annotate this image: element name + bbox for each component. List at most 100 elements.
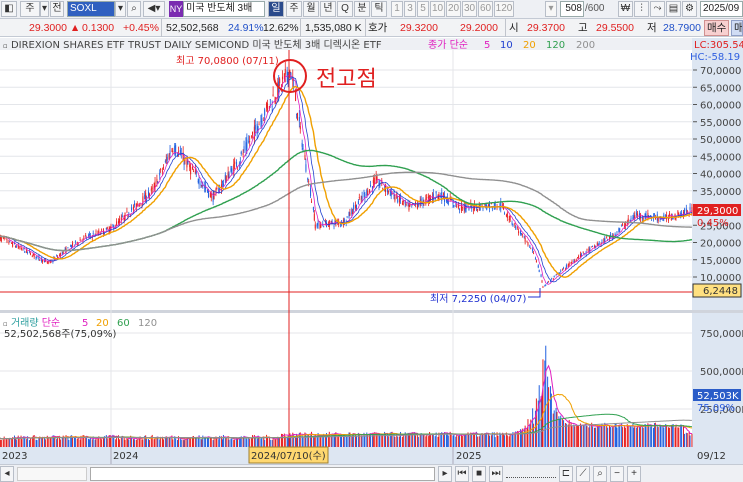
period-quarter[interactable]: Q (337, 1, 353, 17)
zoom-slider[interactable] (506, 470, 556, 478)
date-input[interactable]: 2025/09 (700, 1, 743, 17)
volume-bar (671, 424, 673, 447)
layout-icon[interactable]: ◧ (1, 1, 17, 17)
candle-body (27, 251, 29, 253)
volume-bar (91, 439, 93, 447)
volume-bar (77, 437, 79, 447)
volume-bar (607, 427, 609, 447)
tool-icon[interactable]: ⊏ (559, 465, 573, 482)
volume-bar (142, 439, 144, 447)
y-tick-label: 15,0000 (700, 256, 741, 267)
save-icon[interactable]: ▤ (666, 1, 681, 17)
interval-10[interactable]: 10 (430, 1, 445, 17)
volume-bar (345, 435, 347, 447)
interval-dropdown-icon[interactable]: ▾ (545, 1, 557, 17)
candle-body (299, 126, 301, 130)
period-day[interactable]: 일 (268, 1, 284, 17)
volume-bar (242, 437, 244, 447)
volume-bar (197, 437, 199, 447)
volume-bar (184, 438, 186, 447)
interval-30[interactable]: 30 (462, 1, 477, 17)
search-icon[interactable]: ⌕ (127, 1, 141, 17)
candle-body (166, 157, 168, 161)
chevron-down-icon[interactable]: ▾ (40, 1, 49, 17)
candle-body (417, 204, 419, 206)
volume-bar (479, 433, 481, 447)
period-tick[interactable]: 틱 (371, 1, 387, 17)
volume-bar (100, 438, 102, 447)
scroll-right-button[interactable]: ▸ (438, 465, 452, 482)
magnify-icon[interactable]: ⌕ (593, 465, 607, 482)
open-label: 시 (509, 22, 519, 34)
interval-3[interactable]: 3 (404, 1, 416, 17)
candle-body (533, 252, 535, 254)
volume-bar (319, 436, 321, 447)
period-minute[interactable]: 분 (354, 1, 370, 17)
volume-bar (325, 436, 327, 447)
volume-bar (166, 437, 168, 447)
candle-body (192, 171, 194, 173)
line-add-icon[interactable]: ⤳ (650, 1, 665, 17)
scroll-track[interactable] (17, 466, 87, 481)
interval-5[interactable]: 5 (417, 1, 429, 17)
rewind-icon[interactable]: ⏮ (455, 465, 469, 482)
candle-body (46, 261, 48, 263)
volume-bar (609, 427, 611, 447)
symbol-dropdown-icon[interactable]: ▾ (115, 1, 126, 17)
all-button[interactable]: 전 (50, 1, 64, 17)
zoom-out-icon[interactable]: − (610, 465, 624, 482)
stop-icon[interactable]: ■ (472, 465, 486, 482)
speaker-icon[interactable]: ◀▾ (143, 1, 165, 17)
draw-line-icon[interactable]: ⟋ (576, 465, 590, 482)
volume-bar (5, 437, 7, 447)
volume-bar (650, 426, 652, 447)
scroll-left-button[interactable]: ◂ (0, 465, 14, 482)
interval-1[interactable]: 1 (391, 1, 403, 17)
period-year[interactable]: 년 (320, 1, 336, 17)
scroll-thumb[interactable] (90, 466, 435, 481)
candle-body (570, 262, 572, 264)
candle-body (296, 113, 298, 115)
period-select[interactable]: 주 (20, 1, 40, 17)
candle-body (367, 191, 369, 196)
sell-button[interactable]: 매 (731, 20, 743, 36)
candle-body (530, 248, 532, 250)
count-input[interactable]: 508 (560, 1, 584, 17)
period-week[interactable]: 주 (286, 1, 302, 17)
candle-body (296, 112, 298, 121)
volume-bar (370, 433, 372, 447)
gear-icon[interactable]: ⚙ (682, 1, 697, 17)
stock-chart[interactable]: ▫ DIREXION SHARES ETF TRUST DAILY SEMICO… (0, 38, 743, 464)
volume-bar (154, 437, 156, 447)
volume-bar (94, 439, 96, 447)
volume-bar (261, 437, 263, 447)
buy-button[interactable]: 매수 (704, 20, 730, 36)
volume-bar (532, 408, 534, 447)
period-month[interactable]: 월 (303, 1, 319, 17)
volume-bar (533, 423, 535, 447)
candle-body (538, 270, 540, 272)
candle-body (74, 240, 76, 242)
candle-body (540, 275, 542, 277)
volume-bar (674, 427, 676, 447)
volume-bar (67, 437, 69, 447)
zoom-in-icon[interactable]: + (627, 465, 641, 482)
fast-forward-icon[interactable]: ⏭ (489, 465, 503, 482)
volume-bar (132, 439, 134, 447)
volume-bar (594, 427, 596, 447)
volume-last-tag: 52,503K (697, 391, 739, 402)
volume-bar (422, 434, 424, 447)
interval-60[interactable]: 60 (478, 1, 493, 17)
candle-body (56, 255, 58, 257)
volume-bar (172, 439, 174, 447)
interval-20[interactable]: 20 (446, 1, 461, 17)
volume-bar (459, 434, 461, 447)
currency-icon[interactable]: ₩ (618, 1, 633, 17)
candle-body (476, 208, 478, 211)
interval-120[interactable]: 120 (494, 1, 514, 17)
candle-add-icon[interactable]: ⫶ (634, 1, 649, 17)
candle-body (21, 248, 23, 251)
candle-body (553, 276, 555, 277)
symbol-input[interactable]: SOXL (67, 1, 115, 17)
candle-body (526, 240, 528, 242)
